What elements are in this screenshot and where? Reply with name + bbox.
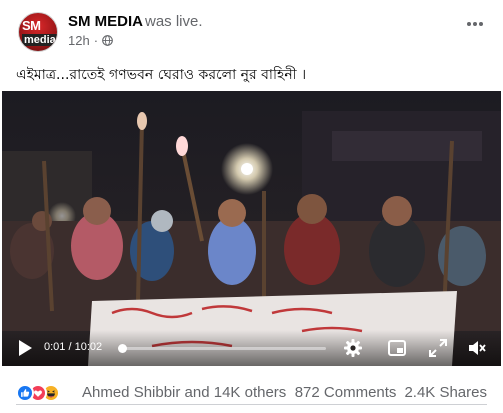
page-name-link[interactable]: SM MEDIA bbox=[68, 13, 143, 30]
page-avatar[interactable]: SM media bbox=[18, 12, 58, 52]
video-frame bbox=[2, 91, 501, 366]
reactors-summary[interactable]: Ahmed Shibbir and 14K others bbox=[82, 384, 286, 401]
video-controls: 0:01 / 10:02 bbox=[2, 330, 501, 366]
settings-icon[interactable] bbox=[343, 338, 363, 358]
ellipsis-icon bbox=[467, 22, 483, 26]
video-time: 0:01 / 10:02 bbox=[44, 341, 102, 353]
video-progress-bar[interactable] bbox=[118, 344, 326, 353]
shares-count[interactable]: 2.4K Shares bbox=[404, 384, 487, 401]
post-meta: 12h · bbox=[68, 33, 113, 48]
duration: 10:02 bbox=[74, 341, 103, 353]
reaction-icons[interactable] bbox=[16, 384, 76, 402]
time-separator: / bbox=[68, 341, 72, 353]
live-status-text: was live. bbox=[145, 13, 203, 30]
post-timestamp[interactable]: 12h bbox=[68, 33, 90, 48]
fullscreen-icon[interactable] bbox=[428, 338, 448, 358]
footer-divider bbox=[16, 404, 487, 405]
mute-icon[interactable] bbox=[467, 338, 487, 358]
progress-scrubber[interactable] bbox=[118, 344, 127, 353]
comments-count[interactable]: 872 Comments bbox=[295, 384, 397, 401]
meta-separator: · bbox=[93, 33, 99, 48]
globe-icon bbox=[102, 35, 113, 46]
current-time: 0:01 bbox=[44, 341, 66, 353]
play-icon[interactable] bbox=[16, 339, 34, 357]
more-options-button[interactable] bbox=[461, 14, 489, 38]
engagement-stats: 872 Comments 2.4K Shares bbox=[295, 384, 487, 401]
like-icon bbox=[16, 384, 34, 402]
picture-in-picture-icon[interactable] bbox=[387, 338, 407, 358]
avatar-logo-subtext: media bbox=[22, 34, 57, 46]
video-player[interactable]: 0:01 / 10:02 bbox=[2, 91, 501, 366]
avatar-logo-text: SM bbox=[22, 18, 41, 33]
post-caption: এইমাত্র...রাতেই গণভবন ঘেরাও করলো নুর বাহ… bbox=[16, 67, 307, 83]
post-header: SM media SM MEDIA was live. 12h · bbox=[0, 0, 503, 54]
